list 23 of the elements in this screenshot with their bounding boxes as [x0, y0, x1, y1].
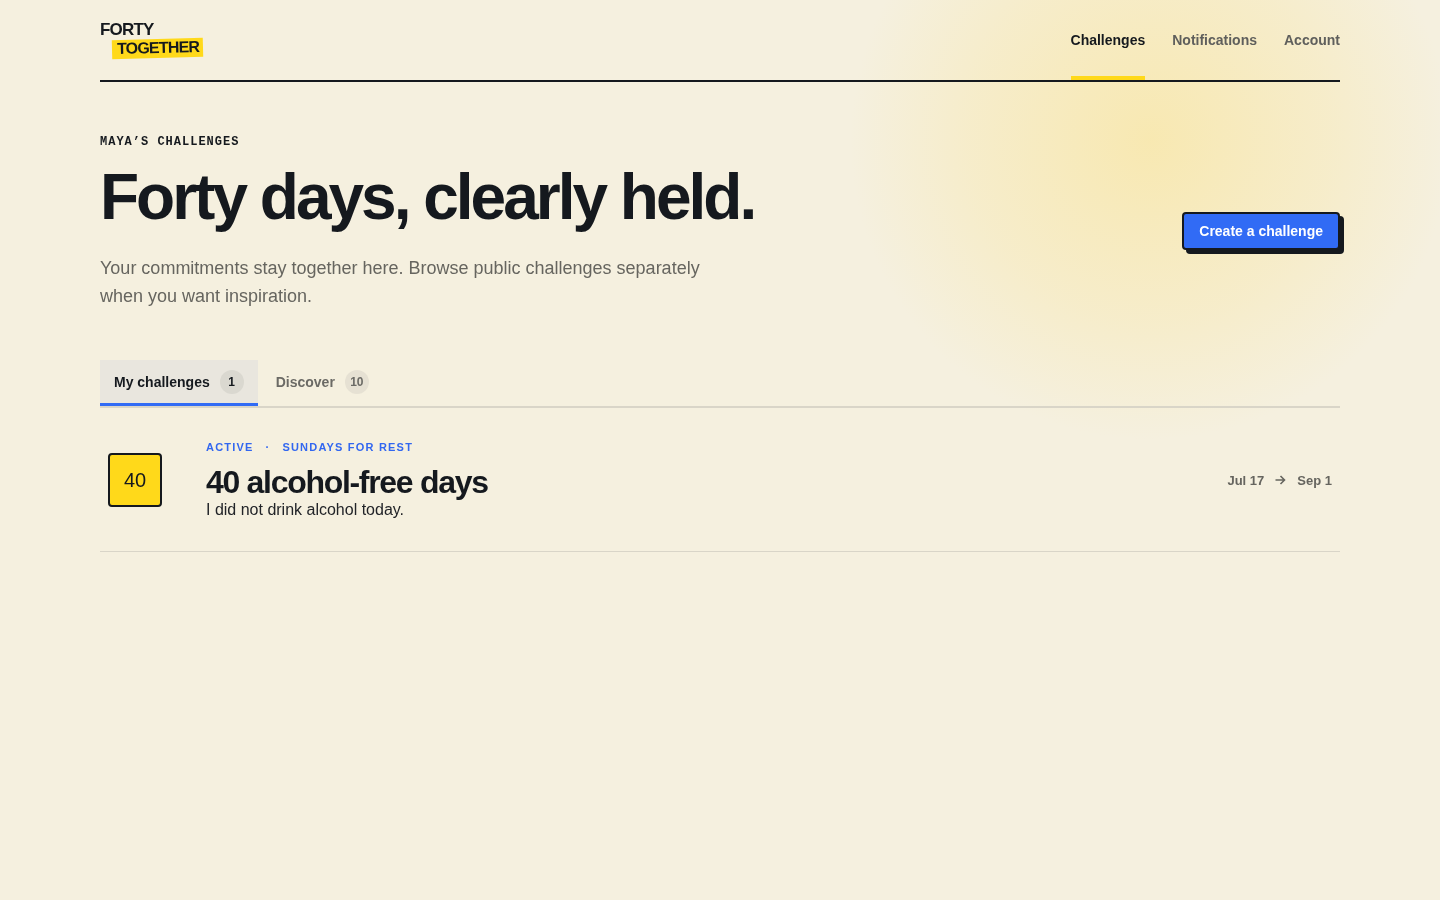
- tab[interactable]: My challenges 1: [100, 360, 258, 406]
- count-pill: 10: [344, 369, 369, 394]
- eyebrow-label: MAYA’S CHALLENGES: [100, 134, 241, 150]
- tab-label: My challenges: [114, 373, 210, 390]
- logo-highlight: TOGETHER: [111, 37, 204, 60]
- challenge-title: 40 alcohol-free days: [206, 464, 489, 500]
- arrow-right-icon: [1275, 475, 1287, 485]
- tab[interactable]: Discover 10: [257, 360, 383, 406]
- challenge-description: I did not drink alcohol today.: [206, 500, 406, 520]
- tab-label: Discover: [275, 373, 335, 390]
- day-count-tile: 40: [108, 453, 162, 507]
- separator-dot: ·: [265, 440, 271, 454]
- page-title: Forty days, clearly held.: [100, 162, 755, 232]
- nav-link[interactable]: Account: [1284, 0, 1340, 80]
- count-pill: 1: [219, 369, 244, 394]
- status-label: ACTIVE: [206, 440, 254, 454]
- nav-link[interactable]: Challenges: [1070, 0, 1146, 80]
- end-date: Sep 1: [1297, 472, 1332, 488]
- page-subtitle: Your commitments stay together here. Browse public challenges separately when you want inspiration.: [100, 257, 701, 308]
- start-date: Jul 17: [1227, 472, 1265, 488]
- nav-link[interactable]: Notifications: [1172, 0, 1257, 80]
- logo-wordmark: FORTY: [100, 22, 154, 38]
- rule-label: SUNDAYS FOR REST: [282, 440, 414, 454]
